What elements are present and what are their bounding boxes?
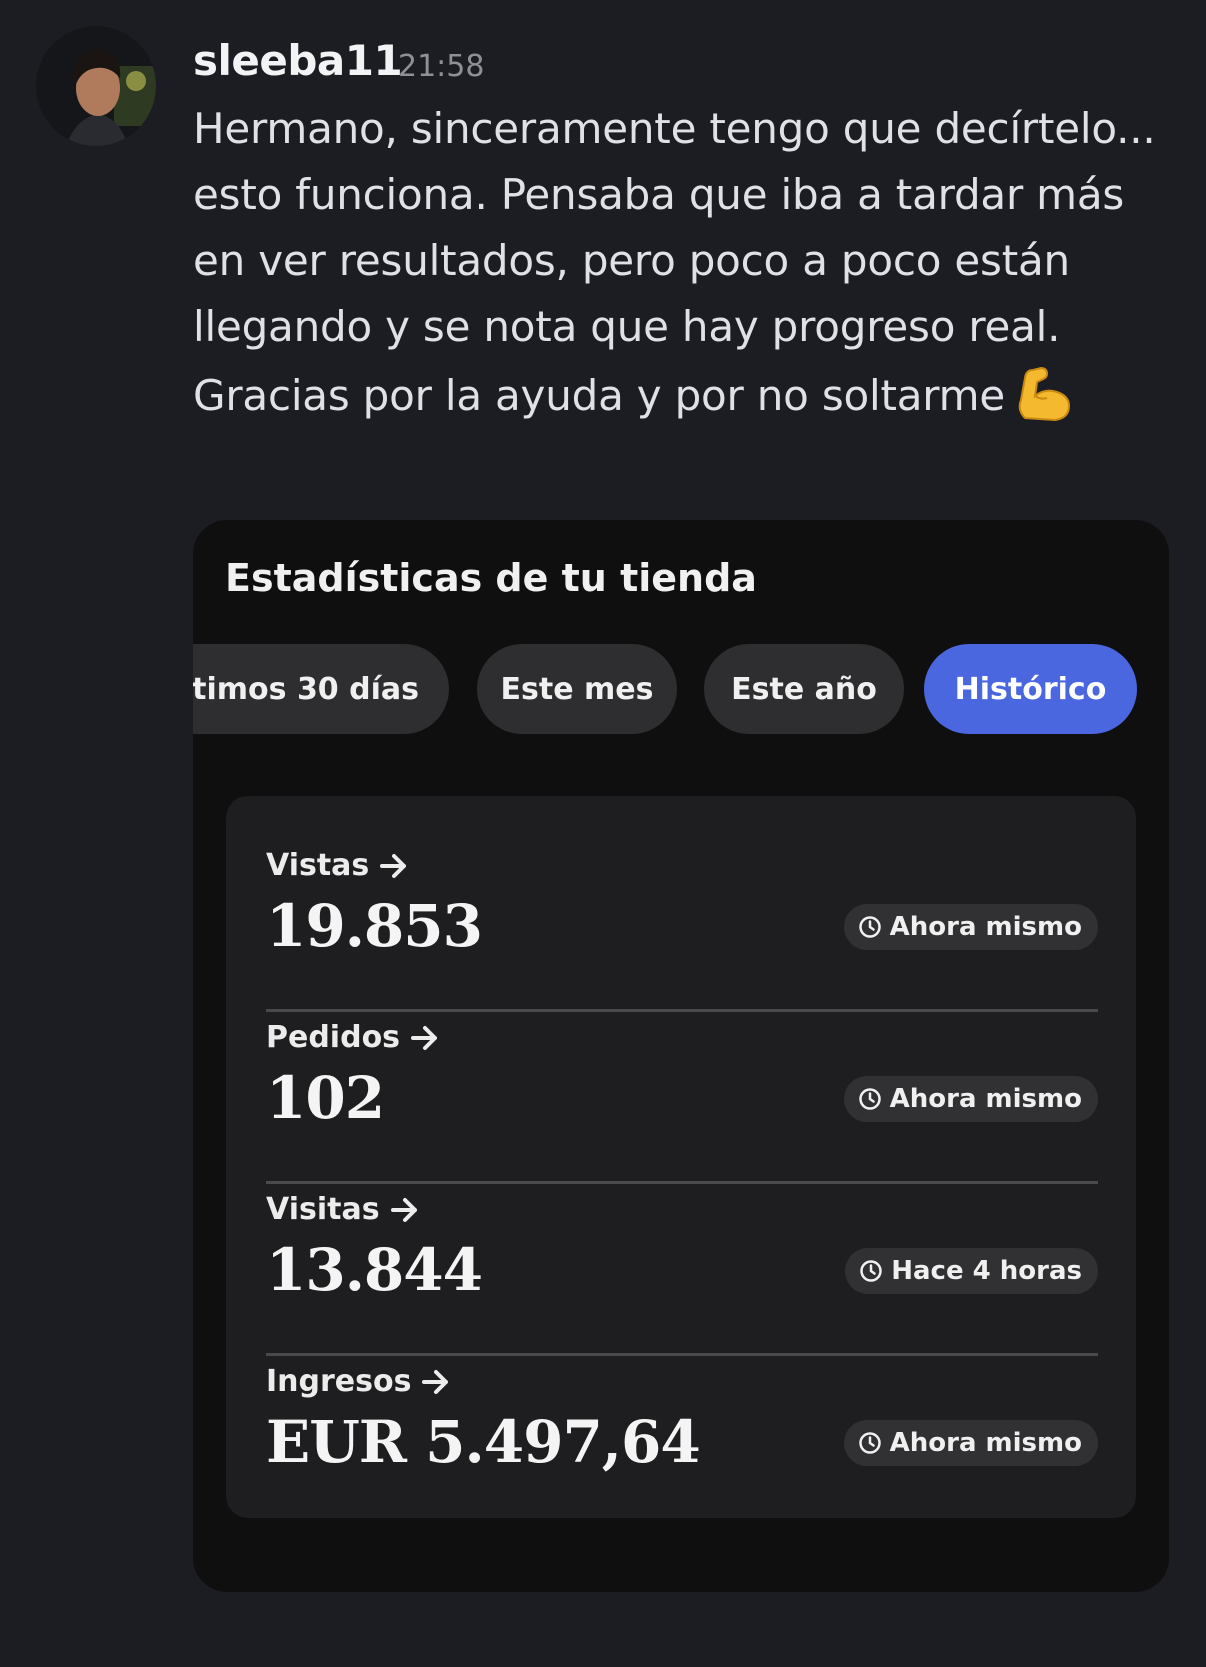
stat-label-text: Pedidos: [266, 1020, 401, 1055]
stat-row-orders[interactable]: Pedidos 102 Ahora mismo: [266, 1012, 1098, 1184]
stat-label-text: Visitas: [266, 1192, 380, 1227]
stat-row-revenue[interactable]: Ingresos EUR 5.497,64 Ahora mismo: [266, 1356, 1098, 1528]
tab-this-month[interactable]: Este mes: [477, 644, 677, 734]
stat-label-text: Ingresos: [266, 1364, 412, 1399]
clock-icon: [858, 1432, 881, 1454]
stat-value: 19.853: [266, 892, 483, 960]
clock-icon: [860, 1260, 882, 1282]
arrow-right-icon: [422, 1369, 449, 1394]
tab-last-30-days[interactable]: ltimos 30 días: [193, 644, 449, 734]
stat-value: EUR 5.497,64: [266, 1408, 701, 1476]
message-timestamp: 21:58: [398, 49, 485, 84]
message-body: Hermano, sinceramente tengo que decírtel…: [193, 96, 1183, 429]
stat-label: Pedidos: [266, 1020, 440, 1055]
stat-label: Ingresos: [266, 1364, 451, 1399]
status-badge: Ahora mismo: [843, 1420, 1098, 1466]
card-title: Estadísticas de tu tienda: [225, 556, 757, 600]
arrow-right-icon: [390, 1197, 417, 1222]
stat-value: 102: [266, 1064, 385, 1132]
badge-text: Ahora mismo: [889, 1428, 1082, 1458]
message-author[interactable]: sleeba11: [193, 36, 403, 85]
badge-text: Ahora mismo: [889, 1084, 1082, 1114]
stat-label: Visitas: [266, 1192, 420, 1227]
clock-icon: [858, 1088, 881, 1110]
user-avatar[interactable]: [36, 26, 156, 146]
arrow-right-icon: [380, 853, 407, 878]
tab-this-year[interactable]: Este año: [704, 644, 904, 734]
clock-icon: [858, 916, 881, 938]
badge-text: Hace 4 horas: [891, 1256, 1082, 1286]
stats-panel: Vistas 19.853 Ahora mismo Pedidos 102 Ah…: [226, 796, 1136, 1518]
status-badge: Hace 4 horas: [845, 1248, 1098, 1294]
arrow-right-icon: [411, 1025, 438, 1050]
stat-value: 13.844: [266, 1236, 483, 1304]
tab-historic[interactable]: Histórico: [924, 644, 1137, 734]
stat-label: Vistas: [266, 848, 409, 883]
stat-label-text: Vistas: [266, 848, 370, 883]
stat-row-visits[interactable]: Visitas 13.844 Hace 4 horas: [266, 1184, 1098, 1356]
flexed-biceps-icon: [1011, 360, 1075, 424]
badge-text: Ahora mismo: [889, 912, 1082, 942]
status-badge: Ahora mismo: [843, 904, 1098, 950]
status-badge: Ahora mismo: [843, 1076, 1098, 1122]
attached-image[interactable]: Estadísticas de tu tienda ltimos 30 días…: [193, 520, 1169, 1592]
stat-row-views[interactable]: Vistas 19.853 Ahora mismo: [266, 840, 1098, 1012]
